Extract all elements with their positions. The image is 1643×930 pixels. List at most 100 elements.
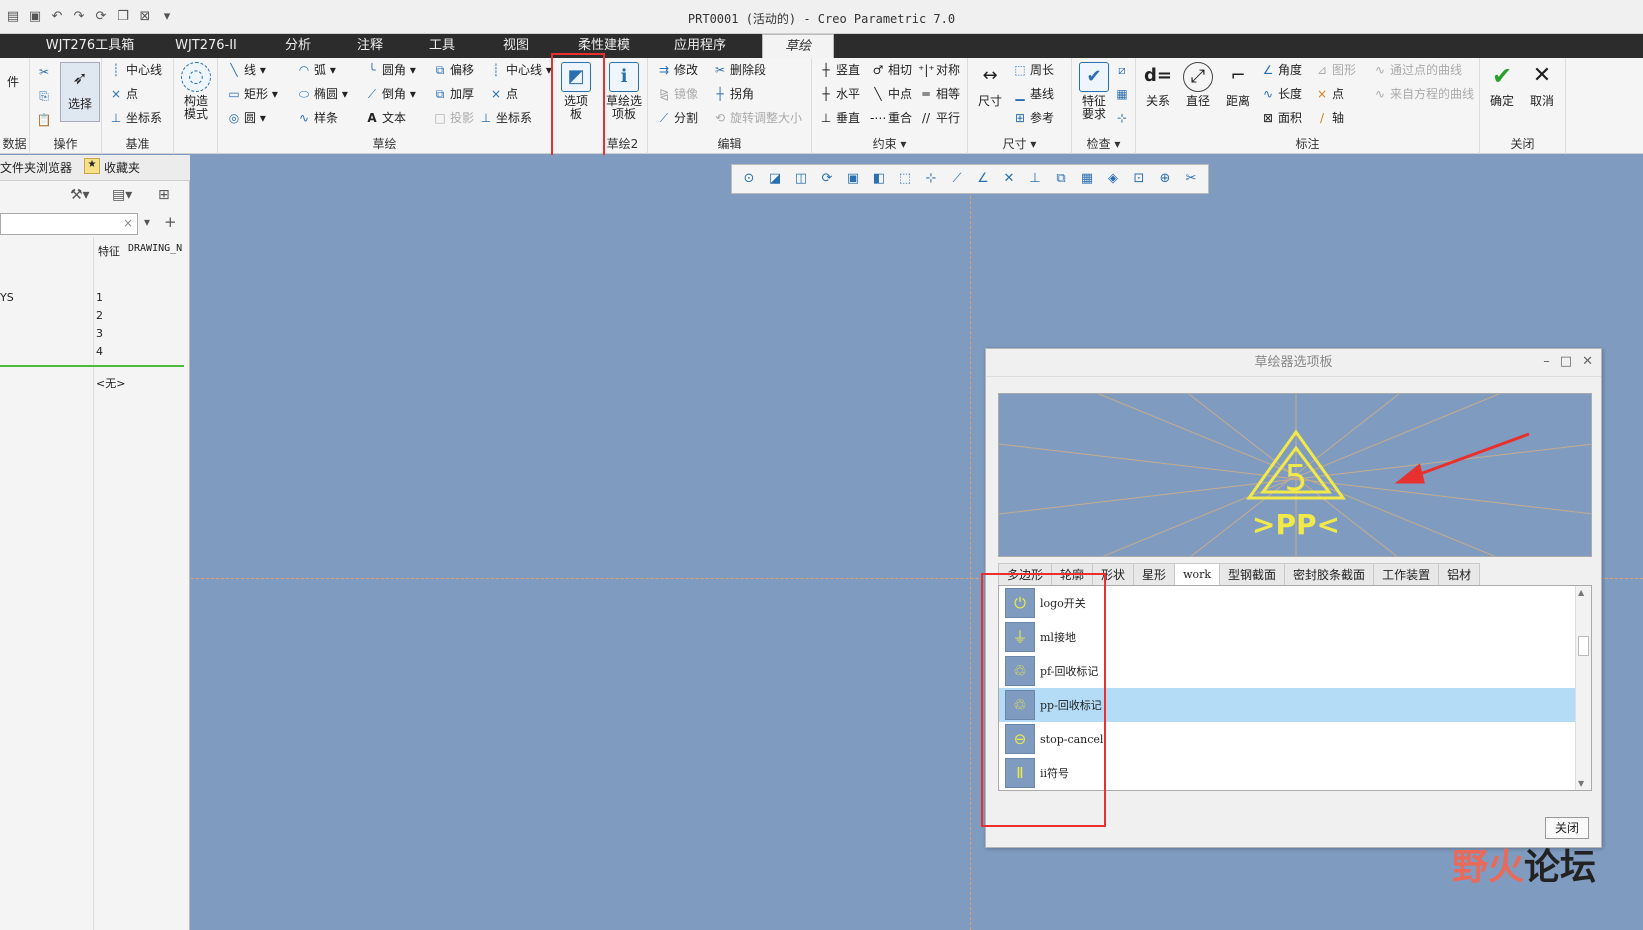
inspect-open-ends-button[interactable]: ⊹ <box>1114 108 1132 128</box>
dialog-title[interactable]: 草绘器选项板 <box>986 349 1601 377</box>
dialog-close-button[interactable]: 关闭 <box>1545 817 1589 839</box>
angle-button[interactable]: ∠ 角度 <box>1260 60 1302 80</box>
tab-wjt276-toolbox[interactable]: WJT276工具箱 <box>44 34 136 58</box>
circle-button[interactable]: ◎ 圆 ▾ <box>226 108 266 128</box>
tab-folder-browser[interactable]: 文件夹浏览器 <box>0 159 72 176</box>
display-style-icon[interactable]: ◧ <box>868 168 890 190</box>
annotate-point-button[interactable]: × 点 <box>1314 84 1344 104</box>
mirror-button[interactable]: ⧎ 镜像 <box>656 84 698 104</box>
curve-through-points-button[interactable]: ∿ 通过点的曲线 <box>1372 60 1462 80</box>
sketch-tools-icon[interactable]: ✂ <box>1180 168 1202 190</box>
dimension-display-icon[interactable]: ⊥ <box>1024 168 1046 190</box>
spline-button[interactable]: ∿ 样条 <box>296 108 338 128</box>
spin-center-icon[interactable]: ⊕ <box>1154 168 1176 190</box>
axis-button[interactable]: / 轴 <box>1314 108 1344 128</box>
baseline-button[interactable]: ▁ 基线 <box>1012 84 1054 104</box>
datum-display-icon[interactable]: ⊹ <box>920 168 942 190</box>
point-display-icon[interactable]: ∠ <box>972 168 994 190</box>
cut-icon[interactable]: ✂ <box>36 62 54 82</box>
perpendicular-constraint-button[interactable]: ⊥ 垂直 <box>818 108 860 128</box>
select-button[interactable]: ➶ 选择 <box>60 62 100 122</box>
distance-button[interactable]: ⌐ 距离 <box>1220 62 1256 108</box>
add-icon[interactable]: + <box>164 213 177 231</box>
project-button[interactable]: □ 投影 <box>432 108 474 128</box>
curve-from-equation-button[interactable]: ∿ 来自方程的曲线 <box>1372 84 1474 104</box>
saved-views-icon[interactable]: ▣ <box>842 168 864 190</box>
length-button[interactable]: ∿ 长度 <box>1260 84 1302 104</box>
tree-search-input[interactable]: × <box>0 213 138 235</box>
datum-point-button[interactable]: × 点 <box>108 84 138 104</box>
rotate-resize-button[interactable]: ⟲ 旋转调整大小 <box>712 108 802 128</box>
zoom-in-icon[interactable]: ◪ <box>764 168 786 190</box>
fillet-button[interactable]: ╰ 圆角 ▾ <box>364 60 415 80</box>
tab-seal-section[interactable]: 密封胶条截面 <box>1284 563 1375 585</box>
rectangle-button[interactable]: ▭ 矩形 ▾ <box>226 84 278 104</box>
datum-coordsys-button[interactable]: ⊥ 坐标系 <box>108 108 162 128</box>
ellipse-button[interactable]: ⬭ 椭圆 ▾ <box>296 84 348 104</box>
tab-applications[interactable]: 应用程序 <box>668 34 732 58</box>
parallel-constraint-button[interactable]: //平行 <box>918 108 960 128</box>
tab-wjt276-ii[interactable]: WJT276-II <box>168 34 244 58</box>
col-header-drawing[interactable]: DRAWING_N <box>128 243 186 254</box>
tab-sketch[interactable]: 草绘 <box>762 34 834 58</box>
grid-display-icon[interactable]: ▦ <box>1076 168 1098 190</box>
ok-button[interactable]: ✔ 确定 <box>1484 62 1520 108</box>
close-icon[interactable]: ✕ <box>1582 354 1593 369</box>
tree-item-label[interactable]: YS <box>0 291 14 304</box>
sketch-centerline-button[interactable]: ┊ 中心线 ▾ <box>488 60 551 80</box>
clear-icon[interactable]: × <box>123 216 133 230</box>
tab-work-device[interactable]: 工作装置 <box>1373 563 1440 585</box>
copy-icon[interactable]: ⎘ <box>36 86 54 106</box>
list-scrollbar[interactable]: ▲ ▼ <box>1575 586 1591 790</box>
horizontal-constraint-button[interactable]: ┼ 水平 <box>818 84 860 104</box>
text-button[interactable]: A 文本 <box>364 108 406 128</box>
perimeter-button[interactable]: ⬚ 周长 <box>1012 60 1054 80</box>
sketch-point-button[interactable]: × 点 <box>488 84 518 104</box>
cancel-button[interactable]: ✕ 取消 <box>1524 62 1560 108</box>
divide-button[interactable]: ⟋ 分割 <box>656 108 698 128</box>
diameter-button[interactable]: ⤢ 直径 <box>1180 62 1216 108</box>
tab-analysis[interactable]: 分析 <box>276 34 320 58</box>
inspect-shade-button[interactable]: ▦ <box>1114 84 1132 104</box>
annotation-display-icon[interactable]: ⟋ <box>946 168 968 190</box>
tab-work[interactable]: work <box>1174 563 1221 585</box>
chamfer-button[interactable]: ⟋ 倒角 ▾ <box>364 84 416 104</box>
tab-star[interactable]: 星形 <box>1133 563 1176 585</box>
columns-icon[interactable]: ⊞ <box>158 187 170 203</box>
tab-favorites[interactable]: 收藏夹 <box>104 159 140 176</box>
reference-button[interactable]: ⊞ 参考 <box>1012 108 1054 128</box>
offset-button[interactable]: ⧉ 偏移 <box>432 60 474 80</box>
graphic-button[interactable]: ⊿ 图形 <box>1314 60 1356 80</box>
corner-button[interactable]: ┼ 拐角 <box>712 84 754 104</box>
arc-button[interactable]: ◠ 弧 ▾ <box>296 60 336 80</box>
repaint-icon[interactable]: ⟳ <box>816 168 838 190</box>
modify-button[interactable]: ⇉ 修改 <box>656 60 698 80</box>
vertical-constraint-button[interactable]: ┼ 竖直 <box>818 60 860 80</box>
scroll-down-icon[interactable]: ▼ <box>1578 779 1584 788</box>
scroll-thumb[interactable] <box>1578 636 1589 656</box>
refit-icon[interactable]: ⊙ <box>738 168 760 190</box>
inspect-overlap-button[interactable]: ⧄ <box>1114 60 1132 80</box>
symmetric-constraint-button[interactable]: ⁺|⁺对称 <box>918 60 960 80</box>
lock-display-icon[interactable]: ⊡ <box>1128 168 1150 190</box>
equal-constraint-button[interactable]: ═ 相等 <box>918 84 960 104</box>
vertex-display-icon[interactable]: ◈ <box>1102 168 1124 190</box>
area-button[interactable]: ⊠ 面积 <box>1260 108 1302 128</box>
tab-annotate[interactable]: 注释 <box>348 34 392 58</box>
dimension-button[interactable]: ↔ 尺寸 <box>972 62 1008 108</box>
col-header-feature[interactable]: 特征 <box>98 243 120 259</box>
tab-aluminum[interactable]: 铝材 <box>1438 563 1481 585</box>
filter-dropdown-icon[interactable]: ▾ <box>144 215 150 229</box>
csys-display-icon[interactable]: ✕ <box>998 168 1020 190</box>
feature-requirements-button[interactable]: ✔ 特征 要求 <box>1076 62 1112 121</box>
thicken-button[interactable]: ⧉ 加厚 <box>432 84 474 104</box>
minimize-icon[interactable]: – <box>1543 354 1550 369</box>
show-icon[interactable]: ▤▾ <box>112 187 132 203</box>
scroll-up-icon[interactable]: ▲ <box>1578 588 1584 597</box>
zoom-out-icon[interactable]: ◫ <box>790 168 812 190</box>
delete-segment-button[interactable]: ✂ 删除段 <box>712 60 766 80</box>
relation-button[interactable]: d= 关系 <box>1140 62 1176 108</box>
sketch-palette-button[interactable]: ℹ 草绘选 项板 <box>602 62 646 121</box>
datum-centerline-button[interactable]: ┊ 中心线 <box>108 60 162 80</box>
settings-icon[interactable]: ⚒▾ <box>70 187 90 203</box>
